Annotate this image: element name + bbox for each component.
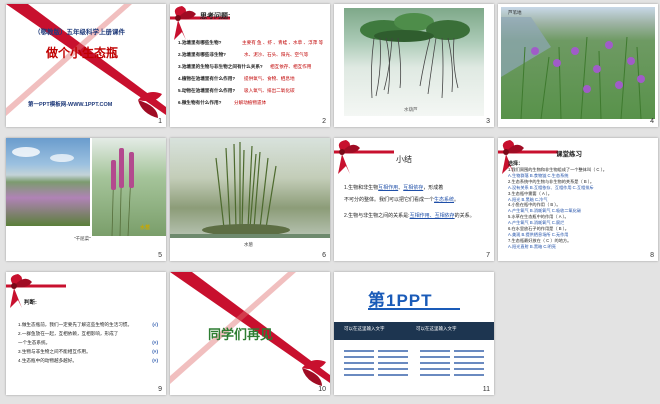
slide-number: 1 — [158, 118, 162, 125]
bow-icon — [6, 274, 66, 308]
slide-number: 9 — [158, 386, 162, 393]
slide-number: 5 — [158, 252, 162, 259]
photo-caption: 芦苇地 — [508, 10, 522, 15]
summary-text: ，形成着 — [423, 185, 444, 191]
true-false-item: 4.生态瓶中的动物越多越好。 (×) — [18, 356, 162, 365]
answer-mark: (×) — [152, 349, 158, 354]
info-column-1: 可以在这里输入文字 — [344, 326, 385, 331]
summary-text: 。 — [454, 197, 460, 203]
true-false-item: 一个生态系统。 (×) — [18, 338, 162, 347]
answer-2: 水、泥沙、石头、阳光、空气等 — [244, 52, 309, 57]
question-1: 1.池塘里有哪些生物? — [178, 40, 222, 45]
slide-title: 做个小生态瓶 — [46, 46, 119, 60]
goodbye-title: 同学们再见 — [208, 327, 274, 342]
slide-number: 7 — [486, 252, 490, 259]
statement-text: 一个生态系统。 — [18, 340, 51, 345]
answer-1: 主要有 鱼 、虾 、青蛙 、水草 、浮萍 等 — [242, 40, 324, 45]
slide-thumbnail-10[interactable]: 同学们再见 10 — [170, 272, 330, 395]
summary-line-1: 1.生物和非生物互相作用、互相依存，形成着 — [344, 184, 443, 191]
summary-text: 的关系。 — [454, 213, 475, 219]
slide-thumbnail-4[interactable]: 芦苇地 4 — [498, 4, 658, 127]
slide-heading: 课堂练习 — [556, 151, 582, 158]
true-false-item: 2.一群鱼放在一起，互相依赖，互相影响，形成了 — [18, 329, 162, 338]
exercise-list: 1.我们周围的生物和非生物组成了一个整体叫（ C ）。 A.生物群落 B.食物链 … — [508, 167, 656, 250]
statement-text: 4.生态瓶中的动物越多越好。 — [18, 358, 77, 363]
blank-answer: 互相作用 — [378, 185, 399, 191]
question-2: 2.池塘里有哪些非生物? — [178, 52, 226, 57]
summary-text: 2.生物与非生物之间的关系是: — [344, 213, 410, 219]
statement-text: 2.一群鱼放在一起，互相依赖，互相影响，形成了 — [18, 331, 119, 336]
answer-3: 相互依存、相互作用 — [270, 64, 312, 69]
photo-caption: 水葫芦 — [404, 107, 418, 112]
true-false-list: 1.做生态瓶前，我们一定要先了解这些生物的生活习惯。 (√) 2.一群鱼放在一起，互… — [18, 320, 162, 365]
summary-line-3: 2.生物与非生物之间的关系是:互相作用、互相依存的关系。 — [344, 212, 475, 219]
answer-4: 提供氧气、食物、栖息地 — [244, 76, 295, 81]
true-false-item: 1.做生态瓶前，我们一定要先了解这些生物的生活习惯。 (√) — [18, 320, 162, 329]
slide-number: 3 — [486, 118, 490, 125]
photo-caption: "千屈菜" — [74, 236, 91, 241]
answer-mark: (×) — [152, 340, 158, 345]
slide-thumbnail-7[interactable]: 小结 1.生物和非生物互相作用、互相依存，形成着 不可分的整体。我们可以把它们看… — [334, 138, 494, 261]
summary-text: 不可分的整体。我们可以把它们看成一个 — [344, 197, 435, 203]
exercise-subheading: 选择： — [508, 161, 524, 167]
question-5: 5.动物在池塘里有什么作用? — [178, 88, 236, 93]
question-3: 3.池塘里的生物与非生物之间有什么关系? — [178, 64, 263, 69]
ribbon-decoration — [6, 4, 166, 118]
statement-text: 3.生物与非生物之间不能相互作用。 — [18, 349, 91, 354]
answer-5: 吸入氧气、排出二氧化碳 — [244, 88, 295, 93]
slide-number: 2 — [322, 118, 326, 125]
summary-line-2: 不可分的整体。我们可以把它们看成一个生态系统。 — [344, 196, 459, 203]
slide-thumbnail-11[interactable]: 第1PPT 可以在这里输入文字 可以在这里输入文字 11 — [334, 272, 494, 395]
slide-number: 4 — [650, 118, 654, 125]
slide-thumbnail-8[interactable]: 课堂练习 选择： 1.我们周围的生物和非生物组成了一个整体叫（ C ）。 A.生物… — [498, 138, 658, 261]
slide-thumbnail-1[interactable]: （鄂教版）五年级科学上册课件 做个小生态瓶 第一PPT模板网-WWW.1PPT.… — [6, 4, 166, 127]
footer-text: 第一PPT模板网-WWW.1PPT.COM — [28, 102, 113, 108]
photo-caption: 水葱 — [244, 242, 253, 247]
photo-caption-2: 水葱 — [140, 225, 151, 231]
slide-heading: 思考问题: — [200, 13, 231, 20]
slide-number: 8 — [650, 252, 654, 259]
slide-thumbnail-3[interactable]: 水葫芦 3 — [334, 4, 494, 127]
summary-text: 1.生物和非生物 — [344, 185, 379, 191]
water-hyacinth-photo — [344, 8, 484, 116]
slide-heading: 判断: — [24, 300, 37, 306]
statement-text: 1.做生态瓶前，我们一定要先了解这些生物的生活习惯。 — [18, 322, 133, 327]
answer-6: 分解动植物遗体 — [234, 100, 267, 105]
slide-number: 6 — [322, 252, 326, 259]
bow-icon — [334, 140, 394, 174]
blank-answer: 互相作用、互相依存 — [409, 213, 455, 219]
slide-thumbnail-6[interactable]: 水葱 6 — [170, 138, 330, 261]
lake-flowers-photo — [6, 138, 90, 226]
slide-number: 11 — [482, 386, 490, 393]
link-list — [344, 350, 484, 376]
question-6: 6.微生物有什么作用? — [178, 100, 222, 105]
info-column-2: 可以在这里输入文字 — [416, 326, 457, 331]
question-4: 4.植物在池塘里有什么作用? — [178, 76, 236, 81]
loosestrife-photo — [92, 138, 166, 237]
logo-underline — [368, 308, 460, 310]
answer-mark: (√) — [152, 322, 158, 327]
slide-thumbnail-2[interactable]: 思考问题: 1.池塘里有哪些生物? 主要有 鱼 、虾 、青蛙 、水草 、浮萍 等… — [170, 4, 330, 127]
reed-pond-photo — [170, 138, 330, 238]
answer-mark: (×) — [152, 358, 158, 363]
slide-number: 10 — [318, 386, 326, 393]
true-false-item: 3.生物与非生物之间不能相互作用。 (×) — [18, 347, 162, 356]
slide-heading: 小结 — [396, 155, 412, 164]
blank-answer: 互相依存 — [403, 185, 424, 191]
slide-thumbnail-9[interactable]: 判断: 1.做生态瓶前，我们一定要先了解这些生物的生活习惯。 (√) 2.一群鱼放在… — [6, 272, 166, 395]
blank-answer: 生态系统 — [434, 197, 455, 203]
slide-thumbnail-5[interactable]: "千屈菜" 水葱 5 — [6, 138, 166, 261]
iris-field-photo — [501, 7, 655, 120]
exercise-line: A.阳光直射 B.黑暗 C.明亮 — [508, 243, 556, 249]
publisher-line: （鄂教版）五年级科学上册课件 — [34, 29, 125, 36]
